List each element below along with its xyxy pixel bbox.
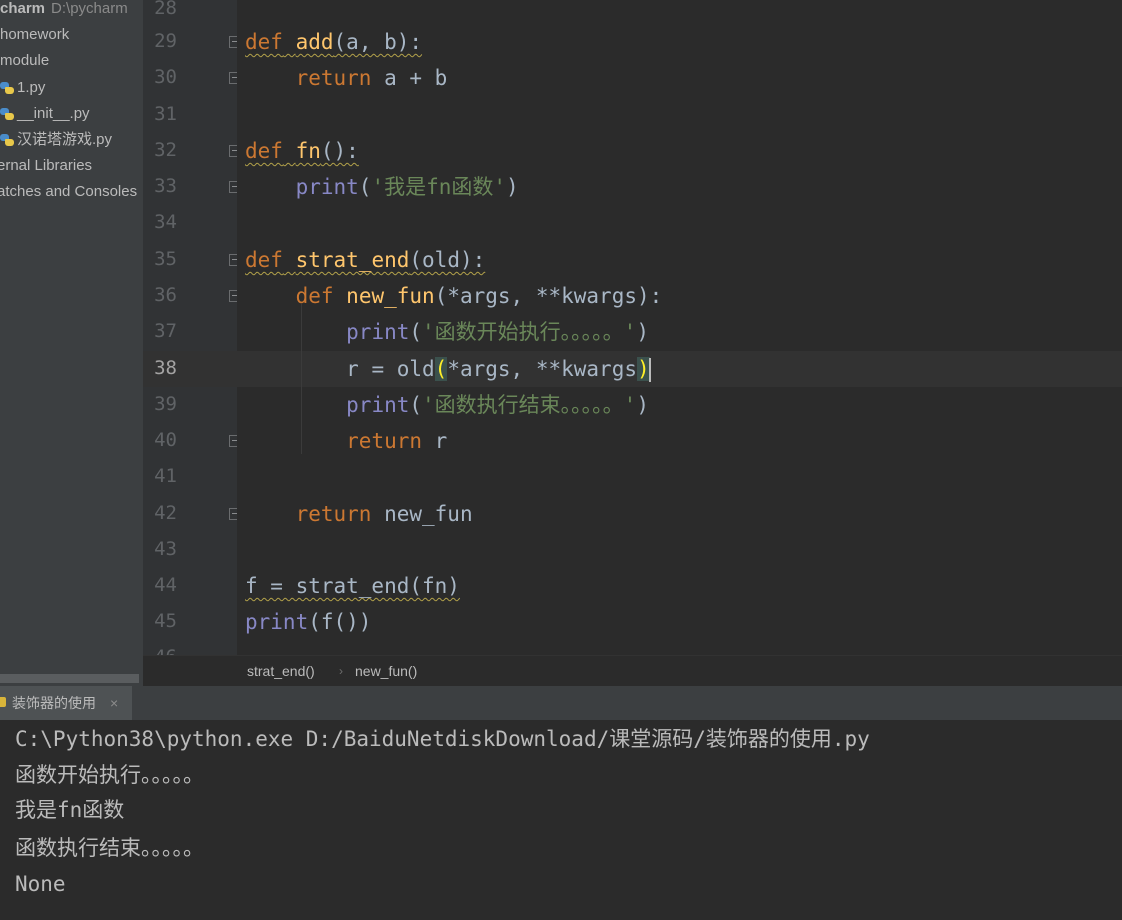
tree-item-hanoi-py[interactable]: 汉诺塔游戏.py [0, 127, 112, 153]
line-number: 41 [154, 465, 177, 487]
current-code-line: r = old(*args, **kwargs) [346, 357, 651, 382]
code-line: def new_fun(*args, **kwargs): [295, 284, 663, 308]
run-tab-bar: 装饰器的使用 × [0, 686, 1122, 721]
console-output-line: 函数开始执行。。。。。 [15, 763, 204, 787]
code-line: def strat_end(old): [245, 248, 486, 272]
console-output-line: 我是fn函数 [15, 798, 125, 822]
code-line: print(f()) [245, 610, 372, 634]
line-number: 33 [154, 175, 177, 197]
console-output-line: None [15, 872, 66, 896]
breadcrumb: strat_end() › new_fun() [143, 655, 1122, 687]
run-tab-label: 装饰器的使用 [12, 695, 96, 711]
close-icon[interactable]: × [110, 686, 118, 720]
tree-item-label: 1.py [17, 79, 46, 96]
tree-item-label: 汉诺塔游戏.py [17, 131, 113, 148]
line-number: 28 [154, 0, 177, 19]
tree-item-homework[interactable]: homework [0, 22, 69, 48]
line-number: 29 [154, 30, 177, 52]
line-number: 44 [154, 574, 177, 596]
tree-item-init-py[interactable]: __init__.py [0, 101, 90, 127]
code-line: print('我是fn函数') [295, 175, 519, 199]
line-number: 32 [154, 139, 177, 161]
tree-item-external-libraries[interactable]: ernal Libraries [0, 153, 92, 179]
line-number: 42 [154, 502, 177, 524]
line-number: 37 [154, 320, 177, 342]
console-command-line: C:\Python38\python.exe D:/BaiduNetdiskDo… [15, 727, 870, 751]
code-line: print('函数执行结束。。。。。') [346, 393, 649, 417]
line-number: 35 [154, 248, 177, 270]
tree-item-label: ernal Libraries [0, 157, 93, 174]
tree-item-label: module [0, 52, 50, 69]
project-root-node[interactable]: charm D:\pycharm [0, 0, 128, 22]
code-line: return a + b [295, 66, 448, 90]
console-output-line: 函数执行结束。。。。。 [15, 836, 204, 860]
line-number: 43 [154, 538, 177, 560]
line-number: 34 [154, 211, 177, 233]
tree-item-scratches[interactable]: atches and Consoles [0, 179, 137, 205]
text-caret [648, 358, 651, 382]
python-run-icon [0, 697, 6, 707]
line-number: 36 [154, 284, 177, 306]
breadcrumb-separator-icon: › [339, 664, 343, 678]
matched-brace: ( [434, 357, 448, 381]
code-editor[interactable]: def add(a, b): return a + b def fn(): pr… [237, 0, 1122, 655]
breadcrumb-item-new-fun[interactable]: new_fun() [355, 656, 417, 687]
code-line: def fn(): [245, 139, 359, 163]
line-number: 39 [154, 393, 177, 415]
code-line: f = strat_end(fn) [245, 574, 460, 598]
tree-item-label: homework [0, 26, 70, 43]
code-line: print('函数开始执行。。。。。') [346, 320, 649, 344]
line-number: 45 [154, 610, 177, 632]
tree-item-label: __init__.py [17, 105, 90, 122]
editor-gutter[interactable]: 28 29 30 31 32 33 34 35 36 37 38 39 40 4… [143, 0, 241, 667]
code-line: return r [346, 429, 448, 453]
project-tool-window: charm D:\pycharm homework module 1.py __i… [0, 0, 143, 686]
sidebar-horizontal-scrollbar[interactable] [0, 674, 139, 683]
line-number: 40 [154, 429, 177, 451]
tree-item-1-py[interactable]: 1.py [0, 75, 45, 101]
project-root-path: D:\pycharm [51, 0, 128, 17]
project-root-name: charm [0, 0, 46, 17]
python-file-icon [0, 133, 14, 147]
run-tab[interactable]: 装饰器的使用 × [0, 686, 132, 720]
tree-item-module[interactable]: module [0, 48, 49, 74]
python-file-icon [0, 81, 14, 95]
breadcrumb-item-strat-end[interactable]: strat_end() [247, 656, 315, 687]
line-number: 31 [154, 103, 177, 125]
python-file-icon [0, 107, 14, 121]
line-number: 30 [154, 66, 177, 88]
tree-item-label: atches and Consoles [0, 183, 138, 200]
code-line: def add(a, b): [245, 30, 423, 54]
code-line: return new_fun [295, 502, 473, 526]
current-line-number: 38 [154, 357, 177, 379]
run-console[interactable]: C:\Python38\python.exe D:/BaiduNetdiskDo… [0, 720, 1122, 920]
